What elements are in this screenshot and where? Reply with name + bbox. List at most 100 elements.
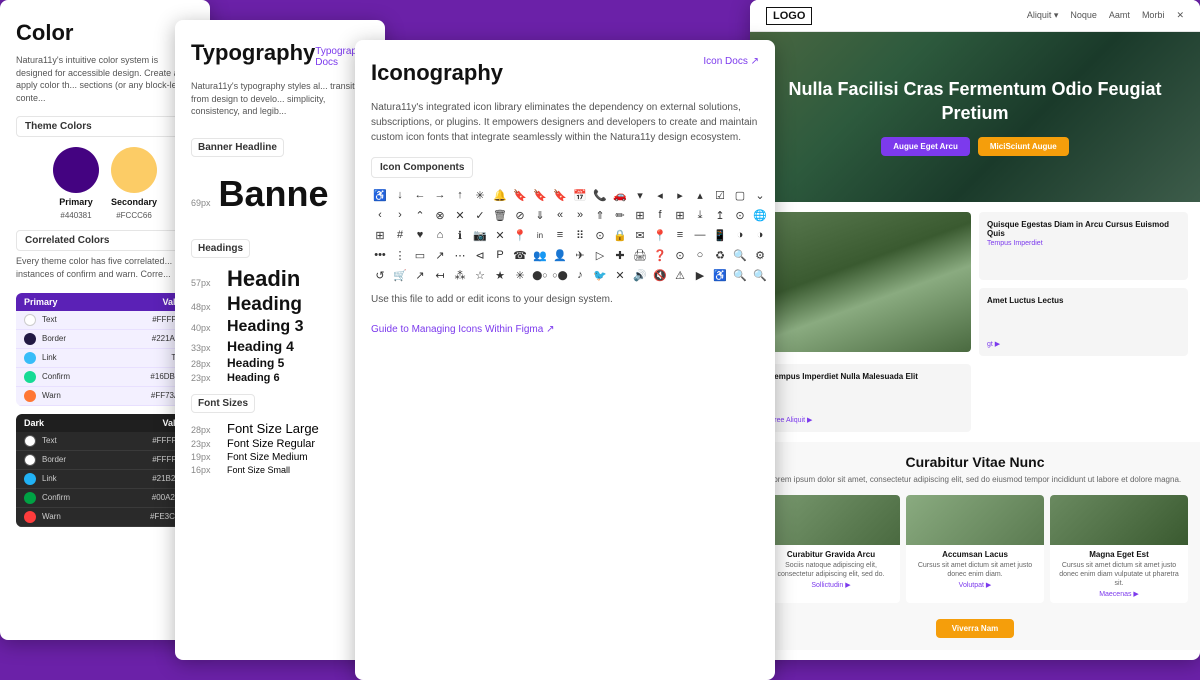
small-card-img-3 [1050,495,1188,545]
icon-guide-link[interactable]: Guide to Managing Icons Within Figma ↗ [371,324,554,335]
table-row: Border #221A4... [16,330,194,349]
icon-bookmark2: 🔖 [531,186,549,204]
section2: Curabitur Vitae Nunc Lorem ipsum dolor s… [750,442,1200,650]
icon-warning: ⚠ [671,266,689,284]
small-card-link-1[interactable]: Sollictudin ▶ [767,581,895,589]
icon-double-left: « [551,206,569,224]
icon-chevron-down: ▾ [631,186,649,204]
icon-zoom-in: 🔍 [731,266,749,284]
website-nav: LOGO Aliquit ▾ Noque Aamt Morbi ✕ [750,0,1200,32]
small-card-img-2 [906,495,1044,545]
small-card-text-2: Cursus sit amet dictum sit amet justo do… [911,561,1039,579]
dot [24,473,36,485]
nav-link-4[interactable]: Morbi [1142,10,1165,21]
icon-expand: ⊞ [631,206,649,224]
iconography-title: Iconography [371,60,503,86]
heading-row-6: 23px Heading 6 [191,372,369,384]
hero-content: Nulla Facilisi Cras Fermentum Odio Feugi… [770,78,1180,156]
small-card-title-1: Curabitur Gravida Arcu [767,550,895,559]
icon-angle-up: ⌃ [411,206,429,224]
icon-refresh: ↺ [371,266,389,284]
font-sizes-list: 28px Font Size Large 23px Font Size Regu… [191,421,369,475]
fs4-size: 16px [191,465,219,475]
icon-skip-back: ↤ [431,266,449,284]
h6-text: Heading 6 [227,372,280,384]
nav-link-3[interactable]: Aamt [1109,10,1130,21]
icon-square: ▢ [731,186,749,204]
icon-zoom-out: 🔍 [751,266,769,284]
nav-close[interactable]: ✕ [1176,10,1184,21]
icon-download: ⤓ [691,206,709,224]
primary-col1: Primary [24,297,58,307]
nav-link-2[interactable]: Noque [1070,10,1097,21]
icon-car: 🚗 [611,186,629,204]
correlated-section: Correlated Colors Every theme color has … [16,230,194,526]
h1-text: Headin [227,266,300,292]
icon-phone: 📞 [591,186,609,204]
icon-more: ⋯ [451,246,469,264]
small-card-3: Magna Eget Est Cursus sit amet dictum si… [1050,495,1188,603]
icon-arrow-right: → [431,186,449,204]
row-label: Text [42,436,146,445]
table-row: Confirm #00A24... [16,489,194,508]
icon-note: Use this file to add or edit icons to yo… [371,292,759,307]
hero-btn1[interactable]: Augue Eget Arcu [881,137,970,156]
amet-link[interactable]: gt ▶ [987,340,1180,348]
small-card-body-2: Accumsan Lacus Cursus sit amet dictum si… [906,545,1044,594]
headings-list: 57px Headin 48px Heading 40px Heading 3 … [191,266,369,384]
fs2-size: 23px [191,439,219,449]
font-sizes-label: Font Sizes [191,394,255,413]
heading-row-1: 57px Headin [191,266,369,292]
small-card-link-2[interactable]: Volutpat ▶ [911,581,1039,589]
icon-circle-dot: ⊙ [591,226,609,244]
icon-pin: 📍 [511,226,529,244]
icon-mail: ✉ [631,226,649,244]
icon-contrast: ◑ [751,226,769,244]
icon-x: ✕ [451,206,469,224]
primary-swatch: Primary #440381 [53,147,99,220]
icon-sparkle: ⁂ [451,266,469,284]
icon-toggle-on: ○⬤ [551,266,569,284]
icon-dots: ⠿ [571,226,589,244]
footer-btn[interactable]: Viverra Nam [936,619,1015,638]
icon-play: ▷ [591,246,609,264]
hero-buttons: Augue Eget Arcu MiciSciunt Augue [770,137,1180,156]
icon-calendar: 📅 [571,186,589,204]
small-card-text-3: Cursus sit amet dictum sit amet justo do… [1055,561,1183,588]
website-logo: LOGO [766,7,812,25]
row-label: Text [42,315,146,324]
correlated-desc: Every theme color has five correlated...… [16,255,194,280]
icon-radio: ⊙ [671,246,689,264]
small-card-text-1: Sociis natoque adipiscing elit, consecte… [767,561,895,579]
icon-grid2: ⊞ [671,206,689,224]
hero-btn2[interactable]: MiciSciunt Augue [978,137,1069,156]
icon-phone2: ☎ [511,246,529,264]
h5-size: 28px [191,359,219,369]
icon-docs-link[interactable]: Icon Docs ↗ [703,56,759,67]
icon-accessibility2: ♿ [711,266,729,284]
h2-size: 48px [191,302,219,312]
table-row: Confirm #16DB5... [16,368,194,387]
dot [24,333,36,345]
secondary-circle [111,147,157,193]
typography-title: Typography [191,40,315,66]
fs4-label: Font Size Small [227,465,290,475]
nav-link-1[interactable]: Aliquit ▾ [1027,10,1059,21]
icon-twitter: 🐦 [591,266,609,284]
table-row: Text #FFFFFF [16,311,194,330]
font-size-row: 23px Font Size Regular [191,438,369,450]
row-label: Link [42,474,146,483]
icon-list: ≡ [551,226,569,244]
icon-moon: ◑ [731,226,749,244]
small-card-title-3: Magna Eget Est [1055,550,1183,559]
tempus-link[interactable]: Free Aliquit ▶ [770,416,963,424]
h4-size: 33px [191,343,219,353]
table-row: Warn #FF73A... [16,387,194,406]
correlated-label: Correlated Colors [16,230,194,251]
small-card-link-3[interactable]: Maecenas ▶ [1055,590,1183,598]
icon-circle-x: ⊗ [431,206,449,224]
icon-lock: 🔒 [611,226,629,244]
icon-chevron-up: ▴ [691,186,709,204]
dark-col1: Dark [24,418,44,428]
icon-grid: ♿ ↓ ← → ↑ ✳ 🔔 🔖 🔖 🔖 📅 📞 🚗 ▾ ◂ ▸ ▴ ☑ ▢ ⌄ … [371,186,759,284]
